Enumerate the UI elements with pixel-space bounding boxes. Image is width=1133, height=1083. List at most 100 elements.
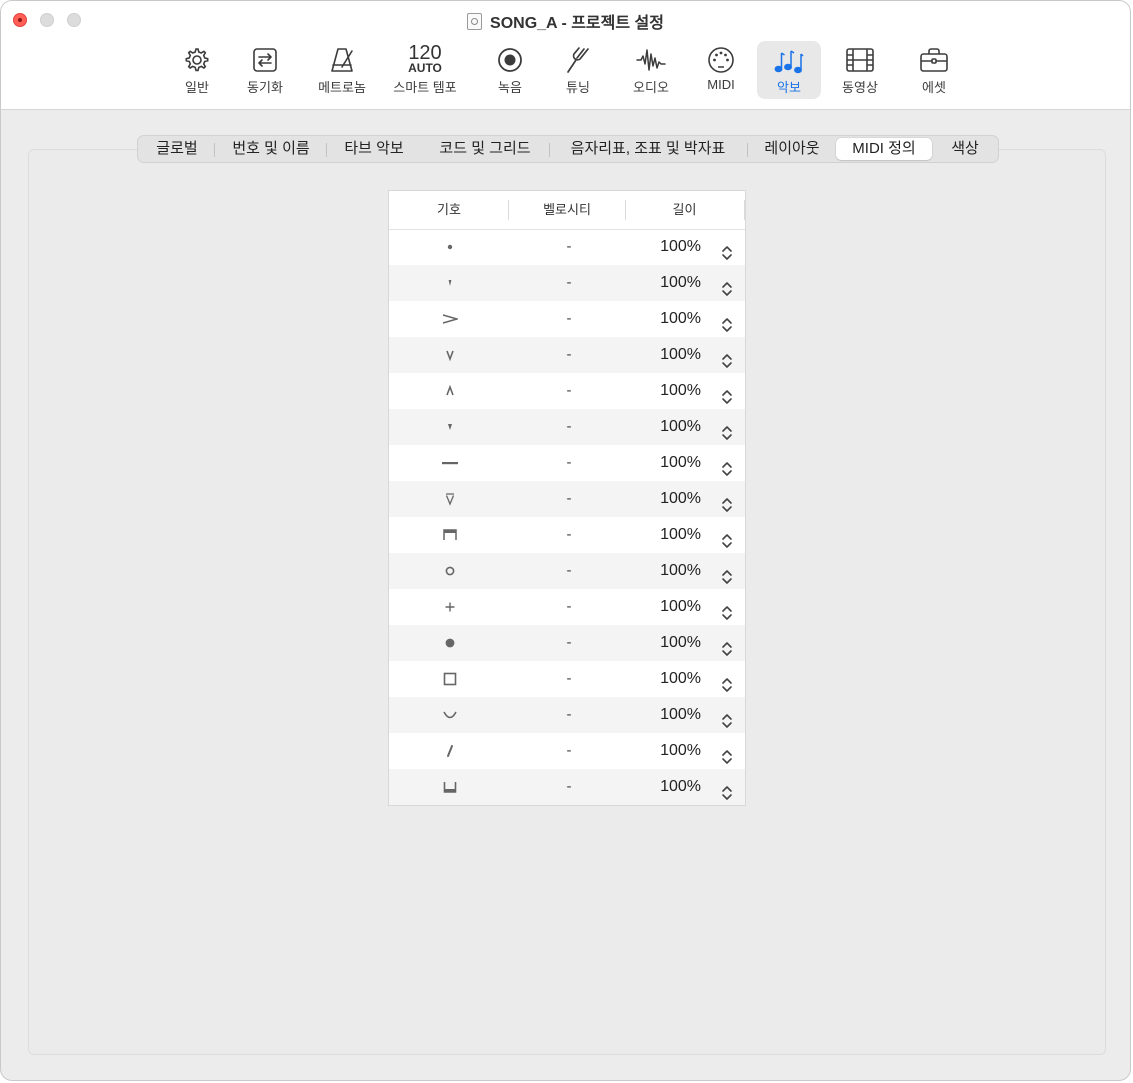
- velocity-cell[interactable]: -: [511, 337, 627, 373]
- table-row[interactable]: - 100%: [389, 697, 745, 733]
- length-cell[interactable]: 100%: [627, 697, 745, 733]
- toolbar-item-score[interactable]: 악보: [757, 41, 821, 99]
- table-row[interactable]: - 100%: [389, 481, 745, 517]
- table-row[interactable]: - 100%: [389, 445, 745, 481]
- harmonic-circle-icon: [445, 566, 455, 576]
- length-cell[interactable]: 100%: [627, 517, 745, 553]
- table-row[interactable]: - 100%: [389, 373, 745, 409]
- toolbar-item-audio[interactable]: 오디오: [623, 41, 679, 99]
- toolbar-item-general[interactable]: 일반: [171, 41, 223, 99]
- table-row[interactable]: - 100%: [389, 229, 745, 265]
- toolbar-item-movie[interactable]: 동영상: [833, 41, 887, 99]
- velocity-cell[interactable]: -: [511, 517, 627, 553]
- length-cell[interactable]: 100%: [627, 769, 745, 805]
- length-stepper[interactable]: [721, 635, 733, 656]
- length-stepper[interactable]: [721, 491, 733, 512]
- length-stepper[interactable]: [721, 419, 733, 440]
- table-row[interactable]: - 100%: [389, 265, 745, 301]
- length-stepper[interactable]: [721, 275, 733, 296]
- length-cell[interactable]: 100%: [627, 733, 745, 769]
- length-value: 100%: [660, 454, 701, 471]
- length-cell[interactable]: 100%: [627, 625, 745, 661]
- length-stepper[interactable]: [721, 743, 733, 764]
- length-stepper[interactable]: [721, 311, 733, 332]
- toolbar-item-metronome[interactable]: 메트로놈: [309, 41, 375, 99]
- velocity-cell[interactable]: -: [511, 445, 627, 481]
- tab-tablature[interactable]: 타브 악보: [330, 138, 418, 160]
- velocity-cell[interactable]: -: [511, 481, 627, 517]
- velocity-cell[interactable]: -: [511, 733, 627, 769]
- length-stepper[interactable]: [721, 383, 733, 404]
- velocity-cell[interactable]: -: [511, 301, 627, 337]
- velocity-cell[interactable]: -: [511, 661, 627, 697]
- length-stepper[interactable]: [721, 239, 733, 260]
- tab-divider: [326, 143, 327, 157]
- toolbar-item-sync[interactable]: 동기화: [237, 41, 293, 99]
- tab-clefs-signatures[interactable]: 음자리표, 조표 및 박자표: [556, 138, 740, 160]
- table-row[interactable]: - 100%: [389, 337, 745, 373]
- length-value: 100%: [660, 418, 701, 435]
- velocity-cell[interactable]: -: [511, 409, 627, 445]
- length-cell[interactable]: 100%: [627, 301, 745, 337]
- length-value: 100%: [660, 598, 701, 615]
- table-row[interactable]: - 100%: [389, 517, 745, 553]
- symbol-cell: [389, 481, 511, 517]
- length-cell[interactable]: 100%: [627, 553, 745, 589]
- table-row[interactable]: - 100%: [389, 301, 745, 337]
- length-stepper[interactable]: [721, 527, 733, 548]
- length-stepper[interactable]: [721, 455, 733, 476]
- length-cell[interactable]: 100%: [627, 589, 745, 625]
- length-cell[interactable]: 100%: [627, 265, 745, 301]
- toolbar-item-smart-tempo[interactable]: 120 AUTO 스마트 템포: [387, 41, 463, 99]
- column-header-length[interactable]: 길이: [626, 191, 743, 229]
- tab-global[interactable]: 글로벌: [142, 138, 212, 160]
- table-row[interactable]: - 100%: [389, 625, 745, 661]
- symbol-cell: [389, 229, 511, 265]
- table-row[interactable]: - 100%: [389, 589, 745, 625]
- table-row[interactable]: - 100%: [389, 769, 745, 805]
- table-row[interactable]: - 100%: [389, 409, 745, 445]
- symbol-cell: [389, 517, 511, 553]
- length-cell[interactable]: 100%: [627, 481, 745, 517]
- length-stepper[interactable]: [721, 347, 733, 368]
- velocity-cell[interactable]: -: [511, 625, 627, 661]
- length-stepper[interactable]: [721, 599, 733, 620]
- symbol-cell: [389, 445, 511, 481]
- toolbar-item-tuning[interactable]: 튜닝: [553, 41, 603, 99]
- toolbar-item-record[interactable]: 녹음: [485, 41, 535, 99]
- length-cell[interactable]: 100%: [627, 373, 745, 409]
- tab-numbers-names[interactable]: 번호 및 이름: [218, 138, 324, 160]
- length-stepper[interactable]: [721, 563, 733, 584]
- column-header-symbol[interactable]: 기호: [389, 191, 509, 229]
- toolbar-item-assets[interactable]: 에셋: [909, 41, 959, 99]
- velocity-cell[interactable]: -: [511, 697, 627, 733]
- tab-midi-meaning[interactable]: MIDI 정의: [836, 138, 932, 160]
- tab-chords-grids[interactable]: 코드 및 그리드: [426, 138, 544, 160]
- velocity-cell[interactable]: -: [511, 553, 627, 589]
- tab-colors[interactable]: 색상: [938, 138, 992, 160]
- column-header-velocity[interactable]: 벨로시티: [509, 191, 625, 229]
- length-cell[interactable]: 100%: [627, 229, 745, 265]
- velocity-cell[interactable]: -: [511, 373, 627, 409]
- tab-divider: [747, 143, 748, 157]
- length-stepper[interactable]: [721, 779, 733, 800]
- length-stepper[interactable]: [721, 707, 733, 728]
- symbol-cell: [389, 373, 511, 409]
- toolbar-item-midi[interactable]: MIDI: [697, 41, 745, 99]
- table-row[interactable]: - 100%: [389, 553, 745, 589]
- length-cell[interactable]: 100%: [627, 445, 745, 481]
- symbol-cell: [389, 553, 511, 589]
- length-cell[interactable]: 100%: [627, 409, 745, 445]
- tab-layout[interactable]: 레이아웃: [752, 138, 832, 160]
- down-bow-icon: [443, 529, 457, 540]
- length-cell[interactable]: 100%: [627, 661, 745, 697]
- velocity-cell[interactable]: -: [511, 769, 627, 805]
- table-row[interactable]: - 100%: [389, 733, 745, 769]
- length-cell[interactable]: 100%: [627, 337, 745, 373]
- settings-toolbar: 일반 동기화 메트로놈 120 AUTO 스마트 템포 녹음 튜닝 오디오 MI…: [1, 41, 1130, 99]
- velocity-cell[interactable]: -: [511, 265, 627, 301]
- velocity-cell[interactable]: -: [511, 229, 627, 265]
- velocity-cell[interactable]: -: [511, 589, 627, 625]
- length-stepper[interactable]: [721, 671, 733, 692]
- table-row[interactable]: - 100%: [389, 661, 745, 697]
